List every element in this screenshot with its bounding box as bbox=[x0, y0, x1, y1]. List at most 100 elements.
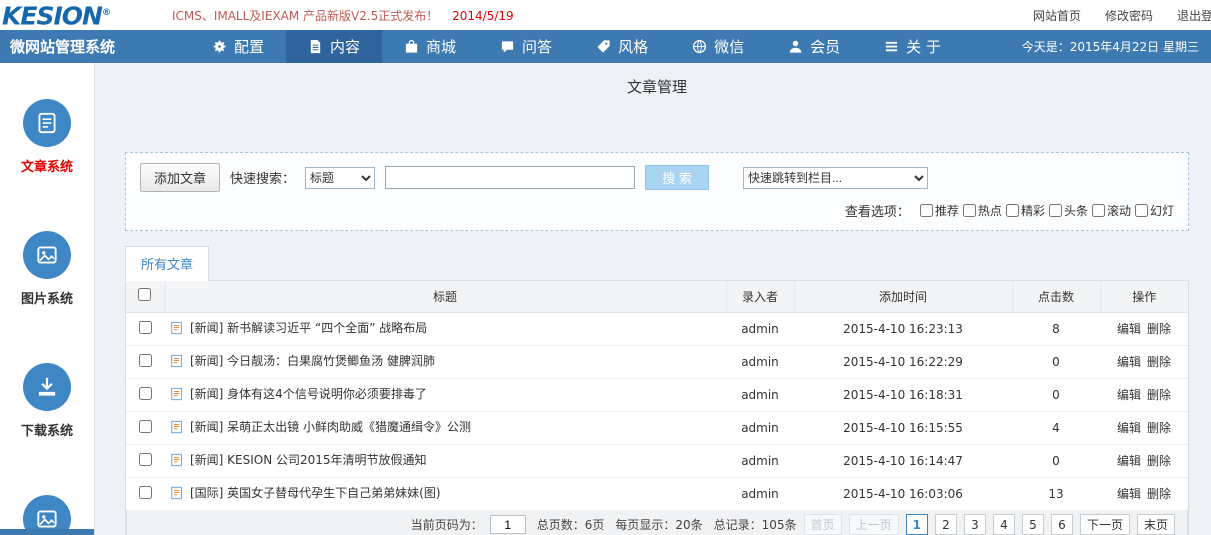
delete-link[interactable]: 删除 bbox=[1147, 487, 1171, 501]
page-button-5[interactable]: 5 bbox=[1022, 514, 1044, 535]
site-home-link[interactable]: 网站首页 bbox=[1033, 7, 1081, 24]
first-page-button[interactable]: 首页 bbox=[804, 514, 842, 535]
nav-label-content: 内容 bbox=[330, 36, 360, 57]
row-checkbox[interactable] bbox=[139, 321, 152, 334]
sidebar-item-article-system[interactable]: 文章系统 bbox=[0, 99, 94, 175]
delete-link[interactable]: 删除 bbox=[1147, 454, 1171, 468]
view-option-hot[interactable]: 热点 bbox=[963, 202, 1002, 219]
category-jump-select[interactable]: 快速跳转到栏目... bbox=[743, 167, 928, 189]
nav-label-about: 关 于 bbox=[906, 36, 941, 57]
row-checkbox[interactable] bbox=[139, 486, 152, 499]
add-article-button[interactable]: 添加文章 bbox=[140, 163, 220, 192]
delete-link[interactable]: 删除 bbox=[1147, 355, 1171, 369]
headline-checkbox[interactable] bbox=[1049, 204, 1062, 217]
current-page-input[interactable] bbox=[490, 515, 526, 534]
nav-item-wechat[interactable]: 微信 bbox=[670, 30, 766, 63]
main-nav-bar: 微网站管理系统 配置 内容 商城 问答 风格 微信 会员 bbox=[0, 30, 1211, 63]
slide-label: 幻灯 bbox=[1150, 202, 1174, 219]
view-option-featured[interactable]: 精彩 bbox=[1006, 202, 1045, 219]
search-panel-row2: 查看选项： 推荐 热点 精彩 头条 滚动 幻灯 bbox=[140, 201, 1174, 220]
article-doc-icon bbox=[170, 354, 184, 371]
article-doc-icon bbox=[170, 387, 184, 404]
page-title: 文章管理 bbox=[125, 63, 1189, 106]
row-checkbox[interactable] bbox=[139, 387, 152, 400]
last-page-button[interactable]: 末页 bbox=[1137, 514, 1175, 535]
view-option-recommend[interactable]: 推荐 bbox=[920, 202, 959, 219]
edit-link[interactable]: 编辑 bbox=[1117, 355, 1141, 369]
delete-link[interactable]: 删除 bbox=[1147, 322, 1171, 336]
nav-label-member: 会员 bbox=[810, 36, 840, 57]
edit-link[interactable]: 编辑 bbox=[1117, 388, 1141, 402]
select-all-checkbox[interactable] bbox=[138, 288, 151, 301]
header-author: 录入者 bbox=[726, 281, 794, 312]
nav-item-member[interactable]: 会员 bbox=[766, 30, 862, 63]
article-table: 标题 录入者 添加时间 点击数 操作 [新闻] 新书解读习近平 “四个全面” 战… bbox=[125, 280, 1189, 535]
article-doc-icon bbox=[170, 486, 184, 503]
kesion-logo: KESION® bbox=[0, 0, 110, 30]
change-password-link[interactable]: 修改密码 bbox=[1105, 7, 1153, 24]
article-title-link[interactable]: [国际] 英国女子替母代孕生下自己弟弟妹妹(图) bbox=[190, 486, 441, 500]
sidebar-item-image-system[interactable]: 图片系统 bbox=[0, 231, 94, 307]
page-button-4[interactable]: 4 bbox=[993, 514, 1015, 535]
slide-checkbox[interactable] bbox=[1135, 204, 1148, 217]
row-checkbox[interactable] bbox=[139, 453, 152, 466]
view-option-slide[interactable]: 幻灯 bbox=[1135, 202, 1174, 219]
scroll-checkbox[interactable] bbox=[1092, 204, 1105, 217]
edit-link[interactable]: 编辑 bbox=[1117, 322, 1141, 336]
row-time: 2015-4-10 16:18:31 bbox=[794, 378, 1012, 411]
view-option-scroll[interactable]: 滚动 bbox=[1092, 202, 1131, 219]
row-clicks: 0 bbox=[1012, 444, 1100, 477]
tab-row: 所有文章 bbox=[125, 246, 1189, 280]
row-clicks: 0 bbox=[1012, 345, 1100, 378]
edit-link[interactable]: 编辑 bbox=[1117, 421, 1141, 435]
article-title-link[interactable]: [新闻] 今日靓汤：白果腐竹煲鲫鱼汤 健脾润肺 bbox=[190, 354, 435, 368]
search-type-select[interactable]: 标题 bbox=[305, 167, 375, 189]
article-title-link[interactable]: [新闻] 身体有这4个信号说明你必须要排毒了 bbox=[190, 387, 427, 401]
prev-page-button[interactable]: 上一页 bbox=[849, 514, 899, 535]
row-checkbox[interactable] bbox=[139, 354, 152, 367]
article-title-link[interactable]: [新闻] KESION 公司2015年清明节放假通知 bbox=[190, 453, 427, 467]
article-title-link[interactable]: [新闻] 呆萌正太出镜 小鲜肉助威《猎魔通缉令》公测 bbox=[190, 420, 471, 434]
row-author: admin bbox=[726, 312, 794, 345]
chat-icon bbox=[500, 39, 515, 54]
per-page-stat: 每页显示：20条 bbox=[615, 516, 702, 533]
table-row: [国际] 英国女子替母代孕生下自己弟弟妹妹(图) admin 2015-4-10… bbox=[126, 477, 1188, 510]
edit-link[interactable]: 编辑 bbox=[1117, 487, 1141, 501]
page-button-2[interactable]: 2 bbox=[935, 514, 957, 535]
table-row: [新闻] 呆萌正太出镜 小鲜肉助威《猎魔通缉令》公测 admin 2015-4-… bbox=[126, 411, 1188, 444]
edit-link[interactable]: 编辑 bbox=[1117, 454, 1141, 468]
featured-checkbox[interactable] bbox=[1006, 204, 1019, 217]
nav-item-style[interactable]: 风格 bbox=[574, 30, 670, 63]
nav-label-style: 风格 bbox=[618, 36, 648, 57]
recommend-checkbox[interactable] bbox=[920, 204, 933, 217]
menu-icon bbox=[884, 39, 899, 54]
sidebar-item-download-system[interactable]: 下载系统 bbox=[0, 363, 94, 439]
page-button-1[interactable]: 1 bbox=[906, 514, 928, 535]
header-title: 标题 bbox=[164, 281, 726, 312]
next-page-button[interactable]: 6 bbox=[1051, 514, 1073, 535]
header-clicks: 点击数 bbox=[1012, 281, 1100, 312]
row-checkbox[interactable] bbox=[139, 420, 152, 433]
tab-all-articles[interactable]: 所有文章 bbox=[125, 246, 209, 281]
table-row: [新闻] KESION 公司2015年清明节放假通知 admin 2015-4-… bbox=[126, 444, 1188, 477]
document-icon bbox=[308, 39, 323, 54]
hot-checkbox[interactable] bbox=[963, 204, 976, 217]
view-option-headline[interactable]: 头条 bbox=[1049, 202, 1088, 219]
search-panel: 添加文章 快速搜索： 标题 搜 索 快速跳转到栏目... 查看选项： 推荐 热点… bbox=[125, 152, 1189, 231]
article-title-link[interactable]: [新闻] 新书解读习近平 “四个全面” 战略布局 bbox=[190, 321, 427, 335]
article-doc-icon bbox=[170, 453, 184, 470]
next-button[interactable]: 下一页 bbox=[1080, 514, 1130, 535]
delete-link[interactable]: 删除 bbox=[1147, 421, 1171, 435]
logout-link[interactable]: 退出登录 bbox=[1177, 7, 1211, 24]
nav-item-mall[interactable]: 商城 bbox=[382, 30, 478, 63]
delete-link[interactable]: 删除 bbox=[1147, 388, 1171, 402]
search-button[interactable]: 搜 索 bbox=[645, 165, 709, 190]
nav-item-about[interactable]: 关 于 bbox=[862, 30, 963, 63]
nav-item-content[interactable]: 内容 bbox=[286, 30, 382, 63]
nav-label-mall: 商城 bbox=[426, 36, 456, 57]
sidebar-footer-strip bbox=[0, 529, 95, 535]
nav-item-config[interactable]: 配置 bbox=[190, 30, 286, 63]
search-input[interactable] bbox=[385, 166, 635, 189]
page-button-3[interactable]: 3 bbox=[964, 514, 986, 535]
nav-item-qa[interactable]: 问答 bbox=[478, 30, 574, 63]
